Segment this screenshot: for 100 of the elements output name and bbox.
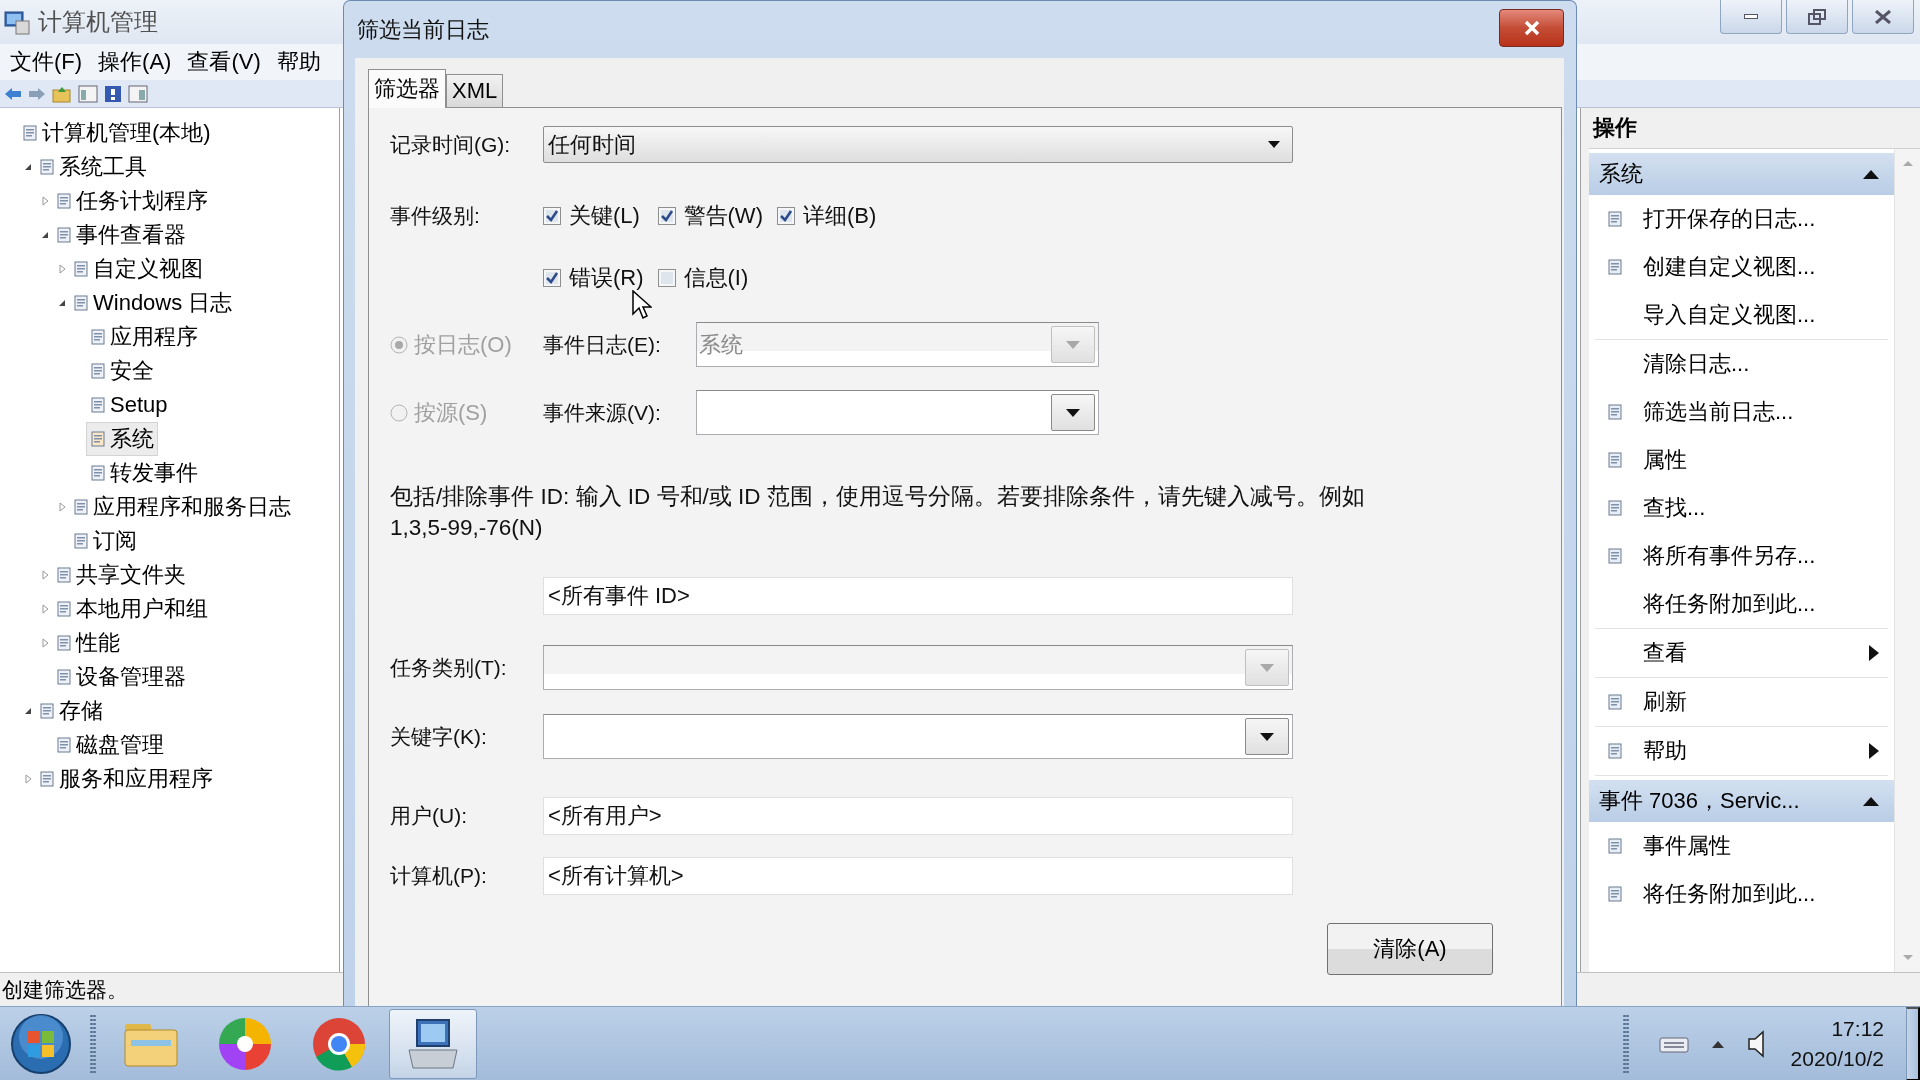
action-item[interactable]: 查看 bbox=[1595, 629, 1888, 677]
action-item[interactable]: 打开保存的日志... bbox=[1595, 195, 1888, 243]
checkbox-icon[interactable] bbox=[776, 207, 795, 225]
close-button[interactable] bbox=[1499, 8, 1564, 47]
field-label: 关键字(K): bbox=[390, 723, 488, 750]
action-item[interactable]: 帮助 bbox=[1595, 727, 1888, 775]
close-button[interactable] bbox=[1852, 0, 1914, 34]
clear-button[interactable]: 清除(A) bbox=[1327, 923, 1493, 975]
document-icon bbox=[39, 703, 55, 719]
section-header[interactable]: 系统 bbox=[1589, 153, 1894, 195]
tab[interactable]: 筛选器 bbox=[368, 69, 446, 108]
action-item[interactable]: 创建自定义视图... bbox=[1595, 243, 1888, 291]
tree-item[interactable]: 存储 bbox=[35, 694, 107, 728]
tree-item[interactable]: 系统 bbox=[86, 422, 158, 456]
tree-item[interactable]: 系统工具 bbox=[35, 150, 151, 184]
caret-icon bbox=[1066, 408, 1080, 417]
action-item[interactable]: 清除日志... bbox=[1595, 340, 1888, 388]
scrollbar[interactable] bbox=[1894, 149, 1920, 972]
checkbox-icon[interactable] bbox=[543, 207, 561, 225]
keyboard-icon bbox=[1658, 1034, 1689, 1053]
caret-icon bbox=[1260, 732, 1274, 741]
tree-item[interactable]: 计算机管理(本地) bbox=[18, 116, 215, 150]
tree-item[interactable]: 转发事件 bbox=[86, 456, 202, 490]
checkbox[interactable]: 信息(I) bbox=[657, 262, 763, 294]
show-desktop-button[interactable] bbox=[1906, 1006, 1920, 1080]
document-icon bbox=[90, 465, 106, 481]
checkbox-icon[interactable] bbox=[657, 269, 676, 287]
input-field[interactable]: <所有计算机> bbox=[543, 857, 1293, 895]
dialog-title: 筛选当前日志 bbox=[357, 15, 490, 44]
document-icon bbox=[90, 397, 106, 413]
action-item[interactable]: 筛选当前日志... bbox=[1595, 388, 1888, 436]
menu-item[interactable]: 查看(V) bbox=[179, 47, 269, 77]
field-label: 事件来源(V): bbox=[543, 399, 662, 426]
scroll-up-icon[interactable] bbox=[1901, 159, 1914, 167]
tree-item[interactable]: 任务计划程序 bbox=[52, 184, 212, 218]
caret-icon bbox=[1066, 340, 1080, 349]
tree-item[interactable]: 应用程序和服务日志 bbox=[69, 490, 295, 524]
action-item[interactable]: 将任务附加到此... bbox=[1595, 580, 1888, 628]
tab[interactable]: XML bbox=[446, 74, 504, 107]
start-orb-icon bbox=[10, 1012, 72, 1075]
tree-item[interactable]: 磁盘管理 bbox=[52, 728, 168, 762]
input-field[interactable]: <所有用户> bbox=[543, 797, 1293, 835]
document-icon bbox=[90, 431, 106, 447]
field-label: 用户(U): bbox=[390, 803, 468, 829]
tree-item[interactable]: 共享文件夹 bbox=[52, 558, 190, 592]
tree-item[interactable]: 订阅 bbox=[69, 524, 141, 558]
status-text: 创建筛选器。 bbox=[2, 976, 128, 1003]
document-icon bbox=[73, 261, 89, 277]
help-icon bbox=[104, 84, 122, 103]
maximize-button[interactable] bbox=[1786, 0, 1848, 34]
tree-item[interactable]: 自定义视图 bbox=[69, 252, 207, 286]
dropdown[interactable]: 任何时间 bbox=[543, 126, 1293, 163]
tree-item[interactable]: 本地用户和组 bbox=[52, 592, 212, 626]
menu-item[interactable]: 文件(F) bbox=[2, 47, 91, 77]
document-icon bbox=[90, 363, 106, 379]
document-icon bbox=[56, 669, 72, 685]
action-item[interactable]: 查找... bbox=[1595, 484, 1888, 532]
checkbox[interactable]: 警告(W) bbox=[657, 200, 763, 232]
field-label: 任务类别(T): bbox=[390, 654, 508, 681]
taskbar-button[interactable] bbox=[389, 1008, 477, 1079]
menu-item[interactable]: 帮助 bbox=[268, 47, 329, 77]
cursor-icon bbox=[632, 290, 652, 320]
tree-item[interactable]: 事件查看器 bbox=[52, 218, 190, 252]
checkbox-icon[interactable] bbox=[543, 269, 561, 287]
input-field[interactable]: <所有事件 ID> bbox=[543, 577, 1293, 615]
clock[interactable]: 17:12 2020/10/2 bbox=[1790, 1013, 1884, 1074]
scroll-down-icon[interactable] bbox=[1901, 954, 1914, 962]
tree-item[interactable]: 设备管理器 bbox=[52, 660, 190, 694]
tree-item[interactable]: 服务和应用程序 bbox=[35, 762, 217, 796]
tree-item[interactable]: 安全 bbox=[86, 354, 158, 388]
field-label: 事件级别: bbox=[390, 203, 481, 229]
description-text: 包括/排除事件 ID: 输入 ID 号和/或 ID 范围，使用逗号分隔。若要排除条件，请先键入减号。例如 1,3,5-99,-76(N) bbox=[390, 483, 1366, 542]
tree-item[interactable]: 应用程序 bbox=[86, 320, 202, 354]
document-icon bbox=[56, 227, 72, 243]
menu-item[interactable]: 操作(A) bbox=[90, 47, 180, 77]
dropdown-button[interactable] bbox=[1245, 718, 1289, 755]
action-item[interactable]: 导入自定义视图... bbox=[1595, 291, 1888, 339]
computer-icon bbox=[4, 9, 30, 35]
caret-icon bbox=[1260, 663, 1274, 672]
action-item[interactable]: 将所有事件另存... bbox=[1595, 532, 1888, 580]
checkbox[interactable]: 关键(L) bbox=[543, 200, 644, 232]
document-icon bbox=[73, 295, 89, 311]
caret-icon bbox=[1268, 141, 1280, 148]
action-item[interactable]: 将任务附加到此... bbox=[1595, 870, 1888, 918]
tree-item[interactable]: Windows 日志 bbox=[69, 286, 237, 320]
document-icon bbox=[56, 601, 72, 617]
checkbox[interactable]: 详细(B) bbox=[776, 200, 877, 232]
action-item[interactable]: 属性 bbox=[1595, 436, 1888, 484]
action-item[interactable]: 刷新 bbox=[1595, 678, 1888, 726]
tree-item[interactable]: Setup bbox=[86, 390, 172, 420]
checkbox[interactable]: 错误(R) bbox=[543, 262, 644, 294]
panel-icon bbox=[128, 84, 148, 103]
checkbox-icon[interactable] bbox=[657, 207, 676, 225]
forward-icon bbox=[28, 85, 46, 102]
action-item[interactable]: 事件属性 bbox=[1595, 822, 1888, 870]
document-icon bbox=[39, 771, 55, 787]
browser-icon bbox=[311, 1015, 367, 1072]
section-header[interactable]: 事件 7036，Servic... bbox=[1589, 780, 1894, 822]
document-icon bbox=[73, 499, 89, 515]
tree-item[interactable]: 性能 bbox=[52, 626, 124, 660]
